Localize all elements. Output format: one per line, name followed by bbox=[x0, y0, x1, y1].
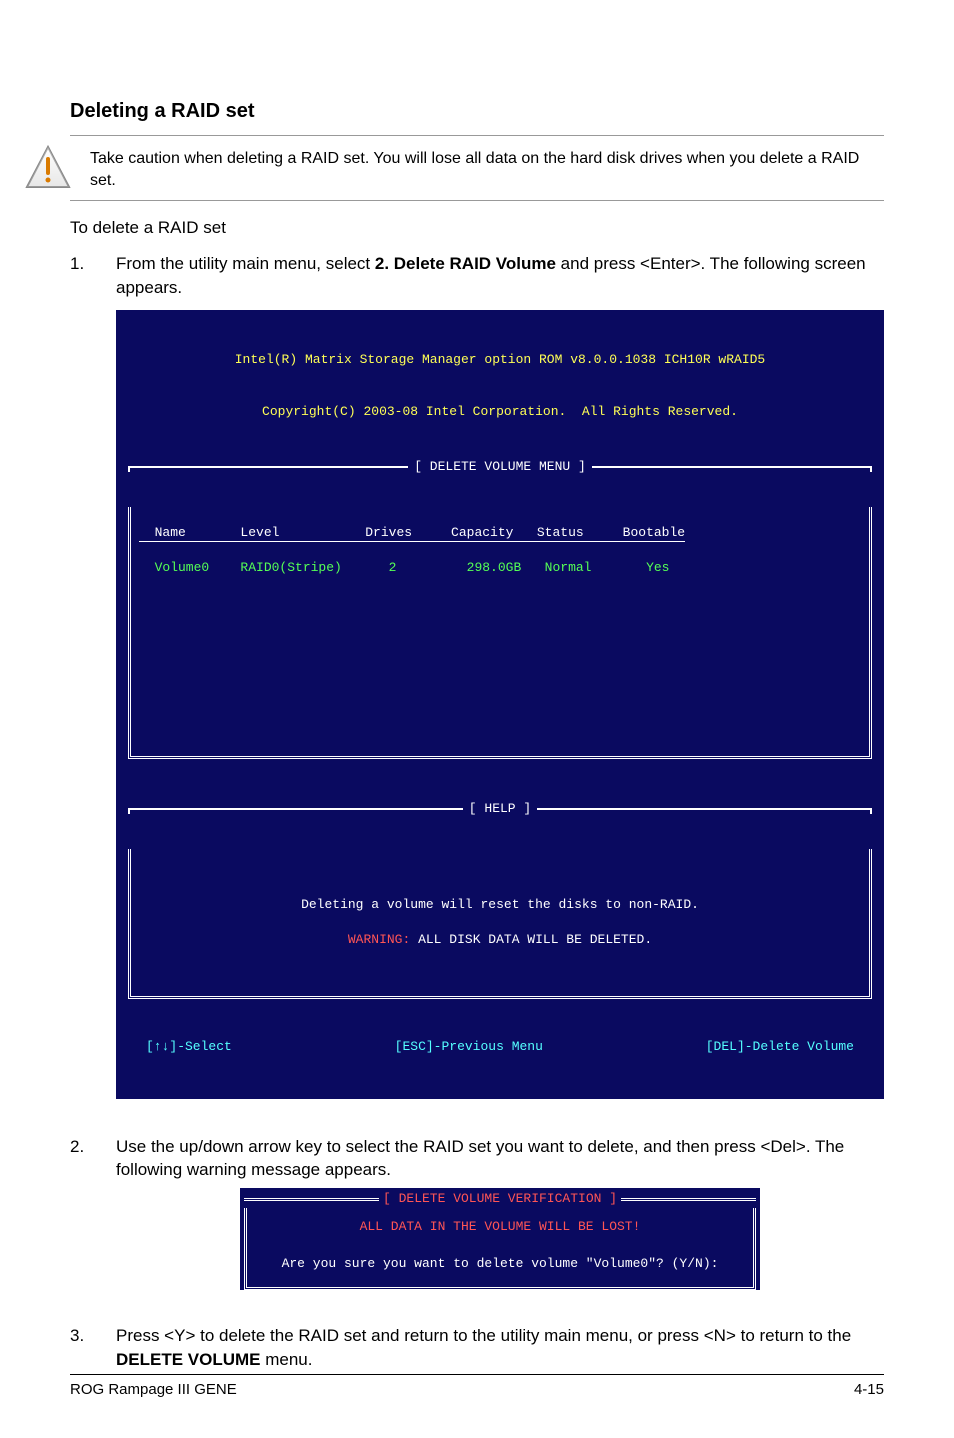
bios-header-1: Intel(R) Matrix Storage Manager option R… bbox=[116, 351, 884, 369]
bios-key-select: [↑↓]-Select bbox=[146, 1038, 232, 1056]
bios-key-delete: [DEL]-Delete Volume bbox=[706, 1038, 854, 1056]
bios-keybind-footer: [↑↓]-Select [ESC]-Previous Menu [DEL]-De… bbox=[116, 1036, 884, 1058]
step-1-text-bold: 2. Delete RAID Volume bbox=[375, 254, 556, 273]
step-1-text-a: From the utility main menu, select bbox=[116, 254, 375, 273]
dialog-warning: ALL DATA IN THE VOLUME WILL BE LOST! bbox=[253, 1218, 747, 1236]
footer-page-number: 4-15 bbox=[854, 1381, 884, 1398]
bios-header-2: Copyright(C) 2003-08 Intel Corporation. … bbox=[116, 403, 884, 421]
step-3: Press <Y> to delete the RAID set and ret… bbox=[70, 1324, 884, 1372]
caution-icon bbox=[24, 144, 72, 192]
caution-callout: Take caution when deleting a RAID set. Y… bbox=[70, 135, 884, 201]
bios-help-line-1: Deleting a volume will reset the disks t… bbox=[139, 896, 861, 914]
bios-menu-title: [ DELETE VOLUME MENU ] bbox=[408, 458, 592, 476]
step-3-text-c: menu. bbox=[261, 1350, 313, 1369]
bios-delete-volume-screen: Intel(R) Matrix Storage Manager option R… bbox=[116, 310, 884, 1099]
footer-product: ROG Rampage III GENE bbox=[70, 1381, 237, 1398]
step-2-text: Use the up/down arrow key to select the … bbox=[116, 1137, 844, 1180]
subsection-intro: To delete a RAID set bbox=[70, 217, 884, 240]
step-3-text-a: Press <Y> to delete the RAID set and ret… bbox=[116, 1326, 851, 1345]
bios-key-previous: [ESC]-Previous Menu bbox=[395, 1038, 543, 1056]
dialog-prompt: Are you sure you want to delete volume "… bbox=[253, 1255, 747, 1273]
bios-confirm-dialog: [ DELETE VOLUME VERIFICATION ] ALL DATA … bbox=[240, 1188, 760, 1290]
page-footer: ROG Rampage III GENE 4-15 bbox=[70, 1374, 884, 1398]
step-3-text-bold: DELETE VOLUME bbox=[116, 1350, 261, 1369]
bios-help-title: [ HELP ] bbox=[463, 800, 537, 818]
caution-text: Take caution when deleting a RAID set. Y… bbox=[90, 144, 884, 191]
bios-table-row: Volume0 RAID0(Stripe) 2 298.0GB Normal Y… bbox=[139, 559, 861, 577]
dialog-title: [ DELETE VOLUME VERIFICATION ] bbox=[379, 1190, 621, 1208]
step-2: Use the up/down arrow key to select the … bbox=[70, 1135, 884, 1306]
bios-table-header: Name Level Drives Capacity Status Bootab… bbox=[139, 524, 861, 542]
step-1: From the utility main menu, select 2. De… bbox=[70, 252, 884, 1117]
section-heading: Deleting a RAID set bbox=[70, 100, 884, 123]
bios-help-line-2: WARNING: ALL DISK DATA WILL BE DELETED. bbox=[139, 931, 861, 949]
